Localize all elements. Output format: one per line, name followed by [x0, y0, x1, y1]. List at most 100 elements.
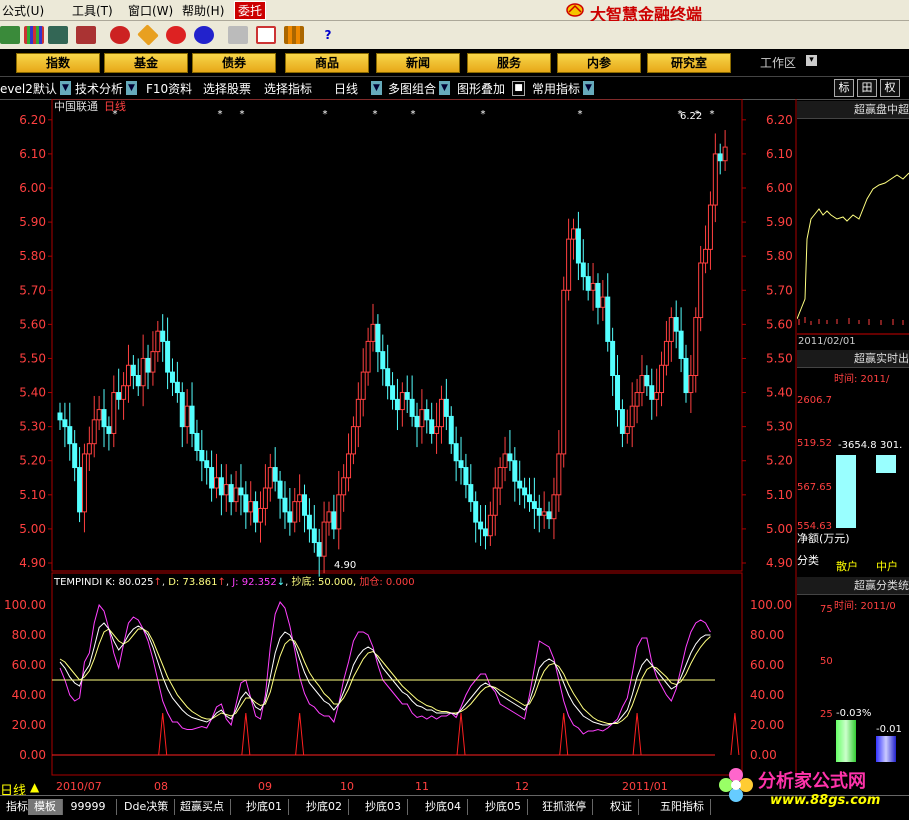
candle-body	[91, 419, 97, 445]
candle-body	[673, 317, 679, 332]
stop-icon[interactable]	[110, 26, 130, 44]
lock-icon[interactable]: ■	[512, 81, 525, 96]
jiacang-spike	[241, 712, 251, 756]
cat-insider[interactable]: 内参	[557, 53, 641, 73]
period-select[interactable]: 日线	[334, 80, 358, 97]
candle-body	[218, 477, 224, 496]
cat-news[interactable]: 新闻	[376, 53, 460, 73]
candle-body	[649, 385, 655, 400]
panel-intraday-chart	[797, 172, 909, 335]
period-triangle-icon[interactable]: ▲	[30, 780, 39, 794]
ind-axis-label-right: 0.00	[750, 748, 777, 762]
toolbar: ?	[0, 21, 909, 50]
tech-dropdown-icon[interactable]: ▼	[126, 81, 137, 95]
window-icon[interactable]	[256, 26, 276, 44]
tab-chaodi03[interactable]: 抄底03	[359, 799, 408, 815]
level2-dropdown-icon[interactable]: ▼	[60, 81, 71, 95]
cls-bar-1	[836, 720, 856, 762]
menu-tools[interactable]: 工具(T)	[72, 2, 113, 19]
tab-warrant[interactable]: 权证	[604, 799, 639, 815]
candle-body	[717, 153, 723, 162]
cat-index[interactable]: 指数	[16, 53, 100, 73]
cat-research[interactable]: 研究室	[647, 53, 731, 73]
help-pointer-icon[interactable]: ?	[318, 26, 338, 44]
candle-body	[419, 409, 425, 428]
rt-class-label: 分类	[797, 554, 819, 567]
overlay[interactable]: 图形叠加	[457, 80, 505, 97]
tab-99999[interactable]: 99999	[60, 799, 117, 815]
tab-template[interactable]: 模板	[28, 799, 63, 815]
candle-body	[698, 262, 704, 319]
btn-mark[interactable]: 标	[834, 79, 854, 97]
printer-icon[interactable]	[228, 26, 248, 44]
menu-trade[interactable]: 委托	[234, 1, 267, 20]
btn-grid[interactable]: 田	[857, 79, 877, 97]
ind-axis-label-left: 80.00	[12, 628, 46, 642]
multi-dropdown-icon[interactable]: ▼	[439, 81, 450, 95]
tab-five-yang[interactable]: 五阳指标	[654, 799, 711, 815]
tab-chaodi02[interactable]: 抄底02	[300, 799, 349, 815]
period-dropdown-icon[interactable]: ▼	[371, 81, 382, 95]
red-circle-icon[interactable]	[166, 26, 186, 44]
candle-body	[165, 340, 171, 373]
level2-default[interactable]: evel2默认	[0, 80, 57, 97]
main-chart[interactable]: * * * * * * * * * * * 6.20 6.206.10 6.106.00 6.005.90…	[0, 99, 909, 795]
dollar-icon[interactable]	[76, 26, 96, 44]
candle-body	[634, 392, 640, 407]
diamond-icon[interactable]	[137, 24, 159, 46]
panel-intraday-date: 2011/02/01	[798, 336, 856, 347]
candle-body	[375, 323, 381, 353]
tab-limit-up[interactable]: 狂抓涨停	[536, 799, 593, 815]
candle-body	[526, 494, 532, 503]
select-indicator[interactable]: 选择指标	[264, 80, 312, 97]
tab-chaodi04[interactable]: 抄底04	[419, 799, 468, 815]
multi-chart[interactable]: 多图组合	[388, 80, 436, 97]
low-price-label: 4.90	[334, 560, 357, 571]
cat-commodity[interactable]: 商品	[285, 53, 369, 73]
binoculars-icon[interactable]	[48, 26, 68, 44]
cat-service[interactable]: 服务	[467, 53, 551, 73]
candle-body	[213, 477, 219, 489]
f10-data[interactable]: F10资料	[146, 80, 192, 97]
price-axis-label-left: 6.10	[19, 147, 46, 161]
menu-help[interactable]: 帮助(H)	[182, 2, 224, 19]
candle-body	[121, 385, 127, 400]
candle-body	[62, 419, 68, 428]
ind-axis-label-right: 60.00	[750, 658, 784, 672]
date-axis-label: 10	[340, 780, 354, 793]
candle-body	[507, 453, 513, 462]
cat-bond[interactable]: 债券	[192, 53, 276, 73]
tab-dde[interactable]: Dde决策	[118, 799, 176, 815]
common-indicator[interactable]: 常用指标	[532, 80, 580, 97]
btn-rights[interactable]: 权	[880, 79, 900, 97]
signal-star: *	[240, 109, 245, 120]
candle-body	[453, 443, 459, 462]
workspace-label[interactable]: 工作区	[760, 54, 796, 71]
price-axis-label-right: 4.90	[766, 556, 793, 570]
cat-fund[interactable]: 基金	[104, 53, 188, 73]
books-icon[interactable]	[284, 26, 304, 44]
tab-chaodi05[interactable]: 抄底05	[479, 799, 528, 815]
cls-axis-50: 50	[820, 656, 833, 667]
flag-icon[interactable]	[0, 26, 20, 44]
bars-icon[interactable]	[24, 26, 44, 44]
rt-bar-sanhu	[836, 455, 856, 528]
candle-body	[258, 507, 264, 523]
tab-chaodi01[interactable]: 抄底01	[240, 799, 289, 815]
common-dropdown-icon[interactable]: ▼	[583, 81, 594, 95]
menu-formula[interactable]: 公式(U)	[2, 2, 44, 19]
tech-analysis[interactable]: 技术分析	[75, 80, 123, 97]
rt-val-sanhu: -3654.8	[838, 440, 877, 451]
candle-body	[326, 511, 332, 523]
price-axis-label-left: 5.90	[19, 215, 46, 229]
price-axis-label-left: 5.80	[19, 249, 46, 263]
menu-window[interactable]: 窗口(W)	[128, 2, 173, 19]
candle-body	[683, 357, 689, 394]
candle-body	[693, 317, 699, 376]
candle-body	[438, 398, 444, 428]
blue-circle-icon[interactable]	[194, 26, 214, 44]
workspace-dropdown-icon[interactable]: ▾	[806, 55, 817, 66]
candle-body	[311, 528, 317, 544]
select-stock[interactable]: 选择股票	[203, 80, 251, 97]
tab-buy-point[interactable]: 超赢买点	[174, 799, 231, 815]
